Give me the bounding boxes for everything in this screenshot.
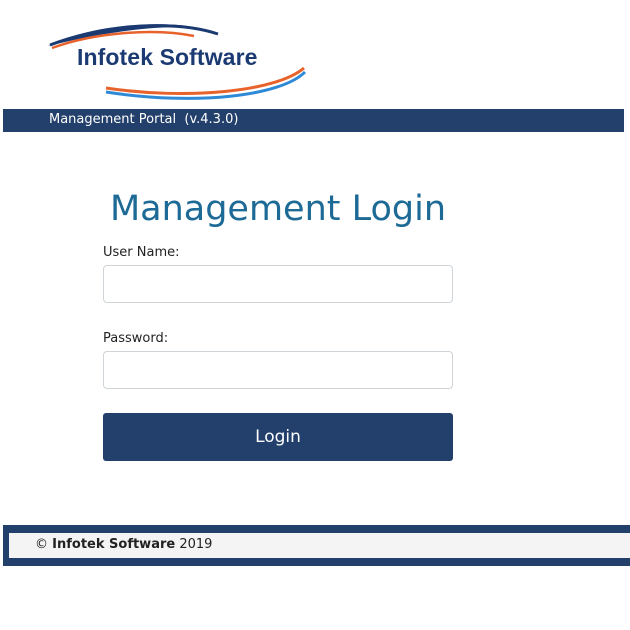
company-logo: Infotek Software (46, 18, 308, 100)
portal-title: Management Portal (v.4.3.0) (49, 112, 239, 127)
page-title: Management Login (109, 189, 447, 229)
password-input[interactable] (103, 351, 453, 389)
logo-text: Infotek Software (77, 44, 258, 70)
footer-year: 2019 (179, 537, 213, 552)
username-label: User Name: (103, 245, 180, 260)
password-label: Password: (103, 331, 169, 346)
header-bar: Management Portal (v.4.3.0) (3, 109, 624, 132)
footer-company: Infotek Software (52, 537, 176, 552)
login-page: Infotek Software Management Portal (v.4.… (0, 0, 630, 630)
footer-panel: © Infotek Software 2019 (9, 533, 630, 558)
copyright-symbol: © (35, 537, 48, 552)
copyright-text: © Infotek Software 2019 (35, 537, 212, 552)
footer-bar: © Infotek Software 2019 (3, 525, 630, 566)
login-button[interactable]: Login (103, 413, 453, 461)
username-input[interactable] (103, 265, 453, 303)
